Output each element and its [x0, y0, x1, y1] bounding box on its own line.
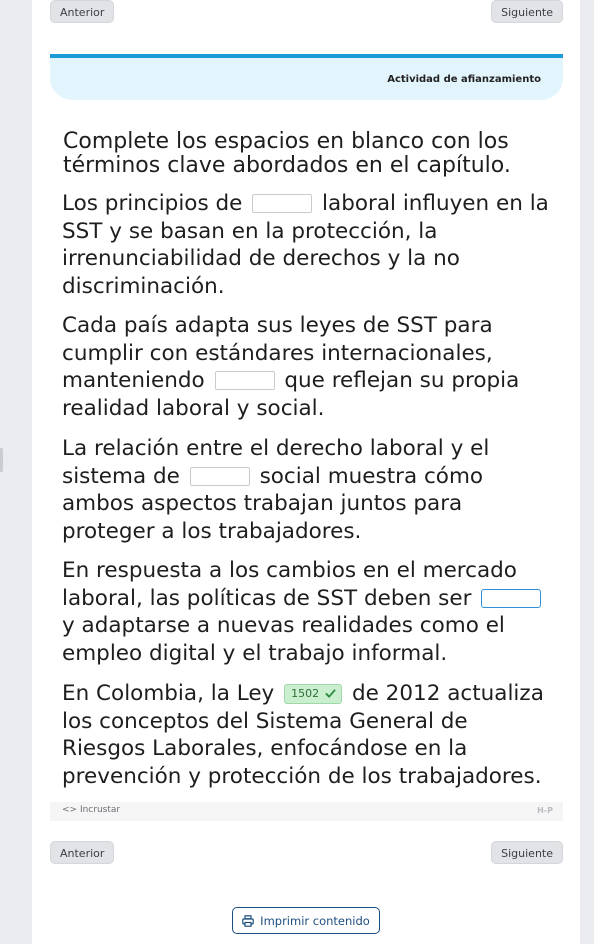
embed-footer: <> Incrustar H-P: [50, 802, 563, 821]
blank-input-2[interactable]: [214, 371, 275, 390]
h5p-logo: H-P: [537, 806, 553, 815]
check-icon: [325, 689, 336, 698]
blank-input-3[interactable]: [189, 466, 250, 486]
instructions-text: Complete los espacios en blanco con los …: [63, 129, 511, 178]
prev-button-top[interactable]: Anterior: [50, 0, 115, 23]
sentence-text-before: En Colombia, la Ley: [62, 681, 275, 706]
side-panel-handle[interactable]: [0, 448, 3, 472]
sentence-text-after: y adaptarse a nuevas realidades como el …: [62, 613, 505, 666]
print-button[interactable]: Imprimir contenido: [232, 907, 380, 934]
prev-button-bottom[interactable]: Anterior: [50, 841, 115, 864]
blank-input-1[interactable]: [252, 194, 313, 213]
activity-banner: Actividad de afianzamiento: [50, 54, 563, 100]
answer-value: 1502: [291, 687, 320, 700]
sentence-1: Los principios de laboral influyen en la…: [62, 190, 554, 300]
sentence-text-before: Los principios de: [62, 191, 243, 216]
embed-link[interactable]: <> Incrustar: [62, 805, 120, 815]
blank-input-4[interactable]: [481, 588, 542, 608]
sentence-5: En Colombia, la Ley 1502 de 2012 actuali…: [62, 680, 554, 790]
sentence-2: Cada país adapta sus leyes de SST para c…: [62, 312, 554, 422]
sentence-text-before: En respuesta a los cambios en el mercado…: [62, 558, 517, 611]
content-card: Anterior Siguiente Actividad de afianzam…: [32, 0, 580, 944]
filled-answer-5[interactable]: 1502: [284, 683, 343, 704]
sentence-3: La relación entre el derecho laboral y e…: [62, 435, 554, 545]
activity-title: Actividad de afianzamiento: [387, 74, 541, 85]
next-button-bottom[interactable]: Siguiente: [491, 841, 563, 864]
print-icon: [242, 914, 254, 927]
next-button-top[interactable]: Siguiente: [491, 0, 563, 23]
print-label: Imprimir contenido: [260, 913, 370, 928]
sentence-4: En respuesta a los cambios en el mercado…: [62, 557, 554, 667]
